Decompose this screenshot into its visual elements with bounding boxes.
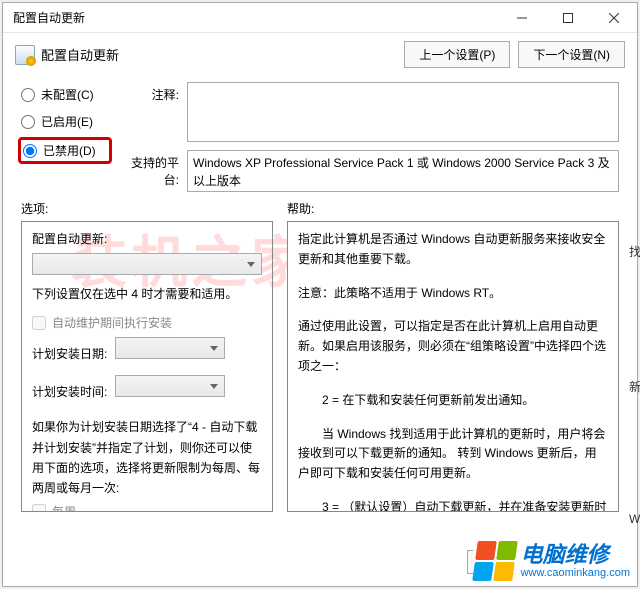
titlebar: 配置自动更新: [3, 3, 637, 33]
options-label: 选项:: [21, 200, 273, 217]
supported-platform-box: Windows XP Professional Service Pack 1 或…: [187, 150, 619, 192]
radio-enabled[interactable]: 已启用(E): [21, 113, 107, 130]
options-pane: 装机之家 选项: 配置自动更新: 下列设置仅在选中 4 时才需要和适用。 自动维…: [21, 200, 273, 512]
help-label: 帮助:: [287, 200, 619, 217]
maintenance-checkbox[interactable]: 自动维护期间执行安装: [32, 314, 262, 331]
state-and-comment: 未配置(C) 已启用(E) 已禁用(D) 注释: 支持的平台: Windows …: [3, 76, 637, 194]
comment-label: 注释:: [119, 82, 179, 103]
maximize-button[interactable]: [545, 3, 591, 33]
cropped-edge-text: 找 新 W: [629, 243, 637, 526]
install-time-combo[interactable]: [115, 375, 225, 397]
logo-cn: 电脑维修: [521, 542, 630, 567]
window-controls: [499, 3, 637, 33]
configure-au-combo[interactable]: [32, 253, 262, 275]
state-radios: 未配置(C) 已启用(E) 已禁用(D): [21, 82, 107, 192]
logo-url: www.caominkang.com: [521, 567, 630, 580]
radio-not-configured[interactable]: 未配置(C): [21, 86, 107, 103]
comment-textarea[interactable]: [187, 82, 619, 142]
windows-flag-icon: [472, 541, 518, 581]
schedule-explain: 如果你为计划安装日期选择了“4 - 自动下载并计划安装”并指定了计划，则你还可以…: [32, 417, 262, 499]
help-pane: 帮助: 指定此计算机是否通过 Windows 自动更新服务来接收安全更新和其他重…: [287, 200, 619, 512]
next-setting-button[interactable]: 下一个设置(N): [518, 41, 625, 68]
close-button[interactable]: [591, 3, 637, 33]
radio-disabled[interactable]: 已禁用(D): [23, 142, 105, 159]
header-row: 配置自动更新 上一个设置(P) 下一个设置(N): [3, 33, 637, 76]
help-p5: 当 Windows 找到适用于此计算机的更新时，用户将会接收到可以下载更新的通知…: [298, 425, 608, 484]
watermark-logo: 电脑维修 www.caominkang.com: [473, 539, 632, 583]
disabled-highlight: 已禁用(D): [18, 137, 112, 164]
window-title: 配置自动更新: [13, 9, 499, 26]
install-day-combo[interactable]: [115, 337, 225, 359]
prev-setting-button[interactable]: 上一个设置(P): [404, 41, 510, 68]
options-note: 下列设置仅在选中 4 时才需要和适用。: [32, 285, 262, 304]
help-textbox[interactable]: 指定此计算机是否通过 Windows 自动更新服务来接收安全更新和其他重要下载。…: [287, 221, 619, 512]
configure-au-heading: 配置自动更新:: [32, 230, 262, 247]
help-p2: 注意：此策略不适用于 Windows RT。: [298, 284, 608, 304]
policy-icon: [15, 45, 35, 65]
weekly-checkbox[interactable]: 每周: [32, 503, 262, 512]
help-p1: 指定此计算机是否通过 Windows 自动更新服务来接收安全更新和其他重要下载。: [298, 230, 608, 270]
help-p4: 2 = 在下载和安装任何更新前发出通知。: [298, 391, 608, 411]
platform-label: 支持的平台:: [119, 150, 179, 188]
install-time-label: 计划安装时间:: [32, 383, 107, 400]
install-day-label: 计划安装日期:: [32, 345, 107, 362]
policy-title: 配置自动更新: [41, 45, 119, 64]
minimize-button[interactable]: [499, 3, 545, 33]
gpo-editor-window: 配置自动更新 配置自动更新 上一个设置(P) 下一个设置(N) 未配置(C) 已…: [2, 2, 638, 587]
help-p6: 3 = （默认设置）自动下载更新，并在准备安装更新时发出通知: [298, 498, 608, 512]
help-p3: 通过使用此设置，可以指定是否在此计算机上启用自动更新。如果启用该服务，则必须在“…: [298, 317, 608, 376]
